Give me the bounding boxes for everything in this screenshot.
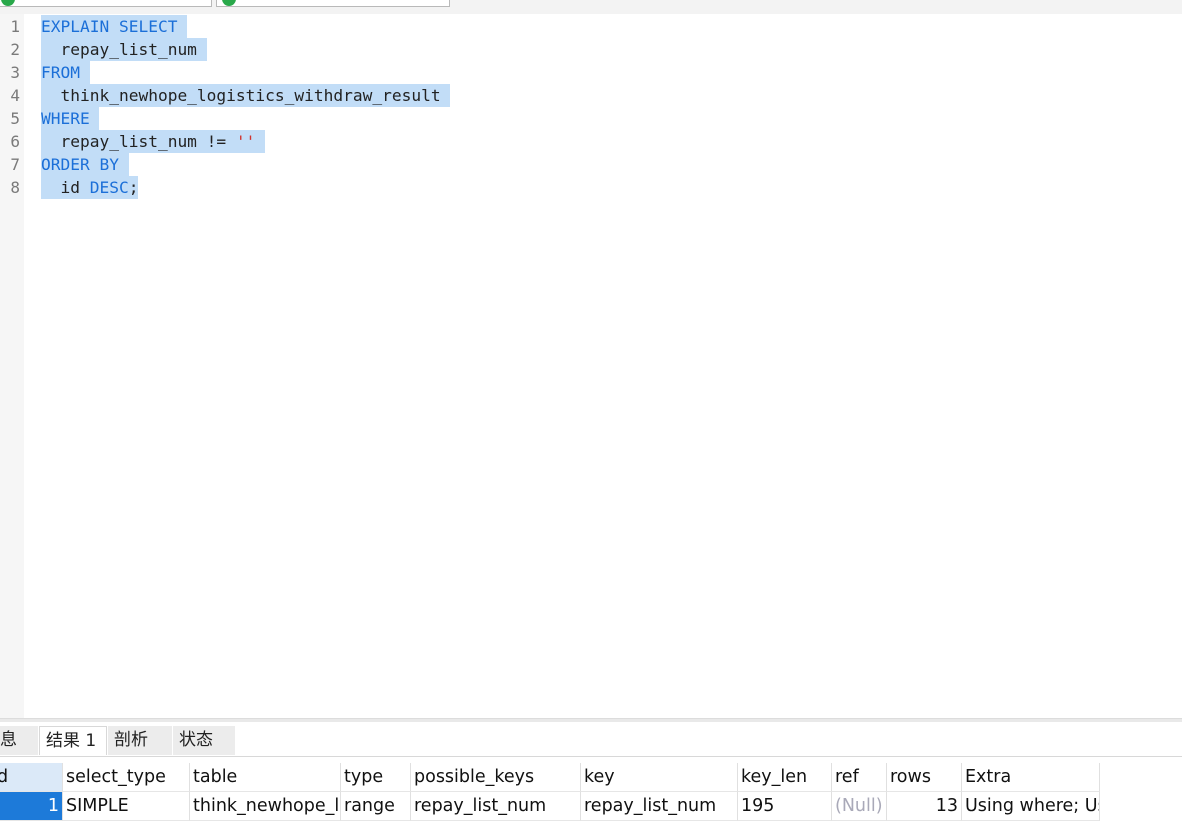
code-text: think_newhope_logistics_withdraw_result — [41, 84, 451, 107]
column-header-extra[interactable]: Extra — [962, 763, 1100, 792]
sql-token: ; — [128, 178, 139, 197]
table-cell-type[interactable]: range — [341, 792, 411, 821]
column-header-id[interactable]: d — [0, 763, 63, 792]
line-number: 6 — [10, 132, 20, 151]
line-number: 5 — [10, 109, 20, 128]
line-number: 7 — [10, 155, 20, 174]
sql-keyword: WHERE — [41, 109, 90, 128]
column-header-key[interactable]: key — [581, 763, 738, 792]
line-number: 8 — [10, 178, 20, 197]
tab-info[interactable]: 息 — [0, 726, 38, 755]
code-line: 3 FROM — [0, 61, 1182, 84]
code-text: repay_list_num != '' — [41, 130, 266, 153]
table-cell-rows[interactable]: 13 — [887, 792, 962, 821]
top-toolbar — [0, 0, 1182, 14]
table-cell-select-type[interactable]: SIMPLE — [63, 792, 190, 821]
sql-token: id — [41, 178, 90, 197]
sql-keyword: FROM — [41, 63, 80, 82]
sql-keyword: EXPLAIN SELECT — [41, 17, 178, 36]
line-number: 4 — [10, 86, 20, 105]
sql-editor[interactable]: 1 EXPLAIN SELECT 2 repay_list_num 3 FROM 4… — [0, 14, 1182, 718]
sql-token: repay_list_num != — [41, 132, 236, 151]
code-text: ORDER BY — [41, 153, 129, 176]
toolbar-button-right[interactable] — [216, 0, 450, 7]
code-line: 1 EXPLAIN SELECT — [0, 15, 1182, 38]
result-grid[interactable]: dselect_typetabletypepossible_keyskeykey… — [0, 757, 1100, 831]
table-cell-extra[interactable]: Using where; Using filesort — [962, 792, 1100, 821]
code-line: 8 id DESC; — [0, 176, 1182, 199]
table-cell-possible-keys[interactable]: repay_list_num — [411, 792, 581, 821]
code-line: 2 repay_list_num — [0, 38, 1182, 61]
sql-token: repay_list_num — [41, 40, 207, 59]
sql-string: '' — [235, 132, 256, 151]
code-line: 7 ORDER BY — [0, 153, 1182, 176]
line-number: 2 — [10, 40, 20, 59]
tab-status[interactable]: 状态 — [173, 726, 235, 755]
code-text: repay_list_num — [41, 38, 207, 61]
tab-profile[interactable]: 剖析 — [108, 726, 172, 755]
column-header-key-len[interactable]: key_len — [738, 763, 832, 792]
sql-keyword: ORDER BY — [41, 155, 119, 174]
column-header-possible-keys[interactable]: possible_keys — [411, 763, 581, 792]
code-text: WHERE — [41, 107, 100, 130]
table-cell-table[interactable]: think_newhope_logistics_withdraw_result — [190, 792, 341, 821]
column-header-ref[interactable]: ref — [832, 763, 887, 792]
table-cell-ref[interactable]: (Null) — [832, 792, 887, 821]
table-cell-key-len[interactable]: 195 — [738, 792, 832, 821]
line-number: 1 — [10, 17, 20, 36]
column-header-rows[interactable]: rows — [887, 763, 962, 792]
column-header-type[interactable]: type — [341, 763, 411, 792]
code-text: EXPLAIN SELECT — [41, 15, 188, 38]
result-tab-bar: 息 结果 1 剖析 状态 — [0, 722, 1182, 757]
column-header-select-type[interactable]: select_type — [63, 763, 190, 792]
sql-token: think_newhope_logistics_withdraw_result — [41, 86, 451, 105]
tab-result-1[interactable]: 结果 1 — [39, 726, 107, 755]
table-cell-key[interactable]: repay_list_num — [581, 792, 738, 821]
toolbar-button-left[interactable] — [0, 0, 212, 7]
column-header-table[interactable]: table — [190, 763, 341, 792]
code-line: 4 think_newhope_logistics_withdraw_resul… — [0, 84, 1182, 107]
table-cell-id[interactable]: 1 — [0, 792, 63, 821]
sql-keyword: DESC — [89, 178, 129, 197]
code-line: 5 WHERE — [0, 107, 1182, 130]
code-text: id DESC; — [41, 176, 139, 199]
line-number: 3 — [10, 63, 20, 82]
code-line: 6 repay_list_num != '' — [0, 130, 1182, 153]
code-text: FROM — [41, 61, 90, 84]
